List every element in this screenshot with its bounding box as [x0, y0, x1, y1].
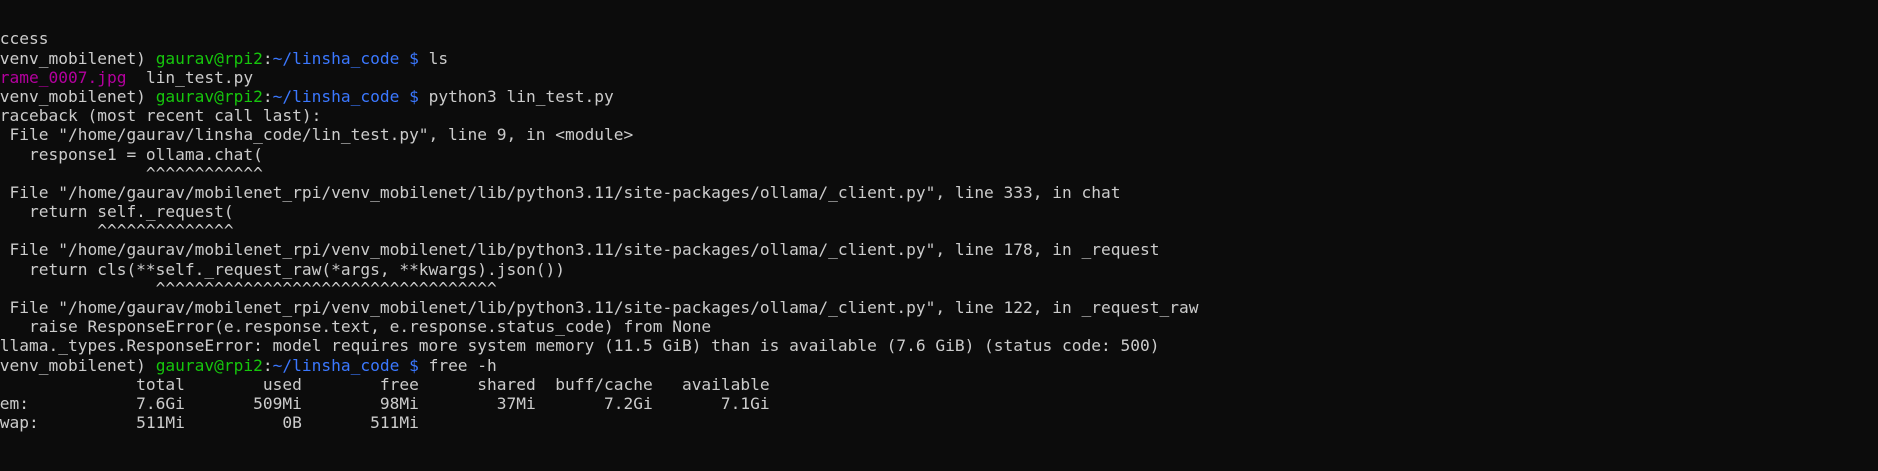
prompt-line: (venv_mobilenet) gaurav@rpi2:~/linsha_co…	[0, 356, 1878, 375]
output-text: ^^^^^^^^^^^^^^	[0, 221, 234, 241]
output-text: ^^^^^^^^^^^^	[0, 163, 263, 183]
output-line: total used free shared buff/cache availa…	[0, 375, 1878, 394]
output-line: raise ResponseError(e.response.text, e.r…	[0, 317, 1878, 336]
output-text: (venv_mobilenet)	[0, 86, 156, 106]
prompt-path: ~/linsha_code $	[272, 355, 419, 375]
output-text: (venv_mobilenet)	[0, 48, 156, 68]
output-line: access	[0, 29, 1878, 48]
output-line: File "/home/gaurav/mobilenet_rpi/venv_mo…	[0, 240, 1878, 259]
output-line: Mem: 7.6Gi 509Mi 98Mi 37Mi 7.2Gi 7.1Gi	[0, 394, 1878, 413]
terminal-output: access(venv_mobilenet) gaurav@rpi2:~/lin…	[0, 29, 1878, 432]
output-line: Swap: 511Mi 0B 511Mi	[0, 413, 1878, 432]
output-text: Traceback (most recent call last):	[0, 106, 322, 126]
terminal-window[interactable]: access(venv_mobilenet) gaurav@rpi2:~/lin…	[0, 0, 1878, 471]
output-text: File "/home/gaurav/linsha_code/lin_test.…	[0, 125, 634, 145]
prompt-path: ~/linsha_code $	[272, 86, 419, 106]
output-text: return self._request(	[0, 202, 234, 222]
prompt-user-host: gaurav@rpi2	[155, 48, 263, 68]
output-line: frame_0007.jpg lin_test.py	[0, 68, 1878, 87]
output-text: ls	[418, 48, 449, 68]
output-line: ^^^^^^^^^^^^	[0, 164, 1878, 183]
output-text: access	[0, 29, 49, 49]
output-text: File "/home/gaurav/mobilenet_rpi/venv_mo…	[0, 240, 1160, 260]
output-text: File "/home/gaurav/mobilenet_rpi/venv_mo…	[0, 182, 1121, 202]
output-text: ^^^^^^^^^^^^^^^^^^^^^^^^^^^^^^^^^^^	[0, 278, 497, 298]
prompt-user-host: gaurav@rpi2	[155, 355, 263, 375]
output-text: response1 = ollama.chat(	[0, 144, 263, 164]
output-text: :	[262, 48, 273, 68]
prompt-line: (venv_mobilenet) gaurav@rpi2:~/linsha_co…	[0, 87, 1878, 106]
output-line: response1 = ollama.chat(	[0, 145, 1878, 164]
output-line: Traceback (most recent call last):	[0, 106, 1878, 125]
output-line: ^^^^^^^^^^^^^^	[0, 221, 1878, 240]
output-text: File "/home/gaurav/mobilenet_rpi/venv_mo…	[0, 298, 1199, 318]
output-text: :	[262, 86, 273, 106]
output-text: (venv_mobilenet)	[0, 355, 156, 375]
output-line: File "/home/gaurav/mobilenet_rpi/venv_mo…	[0, 183, 1878, 202]
output-text: Swap: 511Mi 0B 511Mi	[0, 413, 419, 433]
output-text: :	[262, 355, 273, 375]
output-line: File "/home/gaurav/mobilenet_rpi/venv_mo…	[0, 298, 1878, 317]
file-name-image: frame_0007.jpg	[0, 67, 127, 87]
output-line: return self._request(	[0, 202, 1878, 221]
output-line: File "/home/gaurav/linsha_code/lin_test.…	[0, 125, 1878, 144]
output-line: ollama._types.ResponseError: model requi…	[0, 336, 1878, 355]
output-text: free -h	[418, 355, 497, 375]
prompt-line: (venv_mobilenet) gaurav@rpi2:~/linsha_co…	[0, 49, 1878, 68]
output-text: return cls(**self._request_raw(*args, **…	[0, 259, 565, 279]
output-text: ollama._types.ResponseError: model requi…	[0, 336, 1160, 356]
output-text: python3 lin_test.py	[418, 86, 614, 106]
output-text: total used free shared buff/cache availa…	[0, 374, 770, 394]
output-line: ^^^^^^^^^^^^^^^^^^^^^^^^^^^^^^^^^^^	[0, 279, 1878, 298]
prompt-user-host: gaurav@rpi2	[155, 86, 263, 106]
output-text: raise ResponseError(e.response.text, e.r…	[0, 317, 712, 337]
output-text: lin_test.py	[126, 67, 254, 87]
prompt-path: ~/linsha_code $	[272, 48, 419, 68]
output-line: return cls(**self._request_raw(*args, **…	[0, 260, 1878, 279]
output-text: Mem: 7.6Gi 509Mi 98Mi 37Mi 7.2Gi 7.1Gi	[0, 393, 770, 413]
